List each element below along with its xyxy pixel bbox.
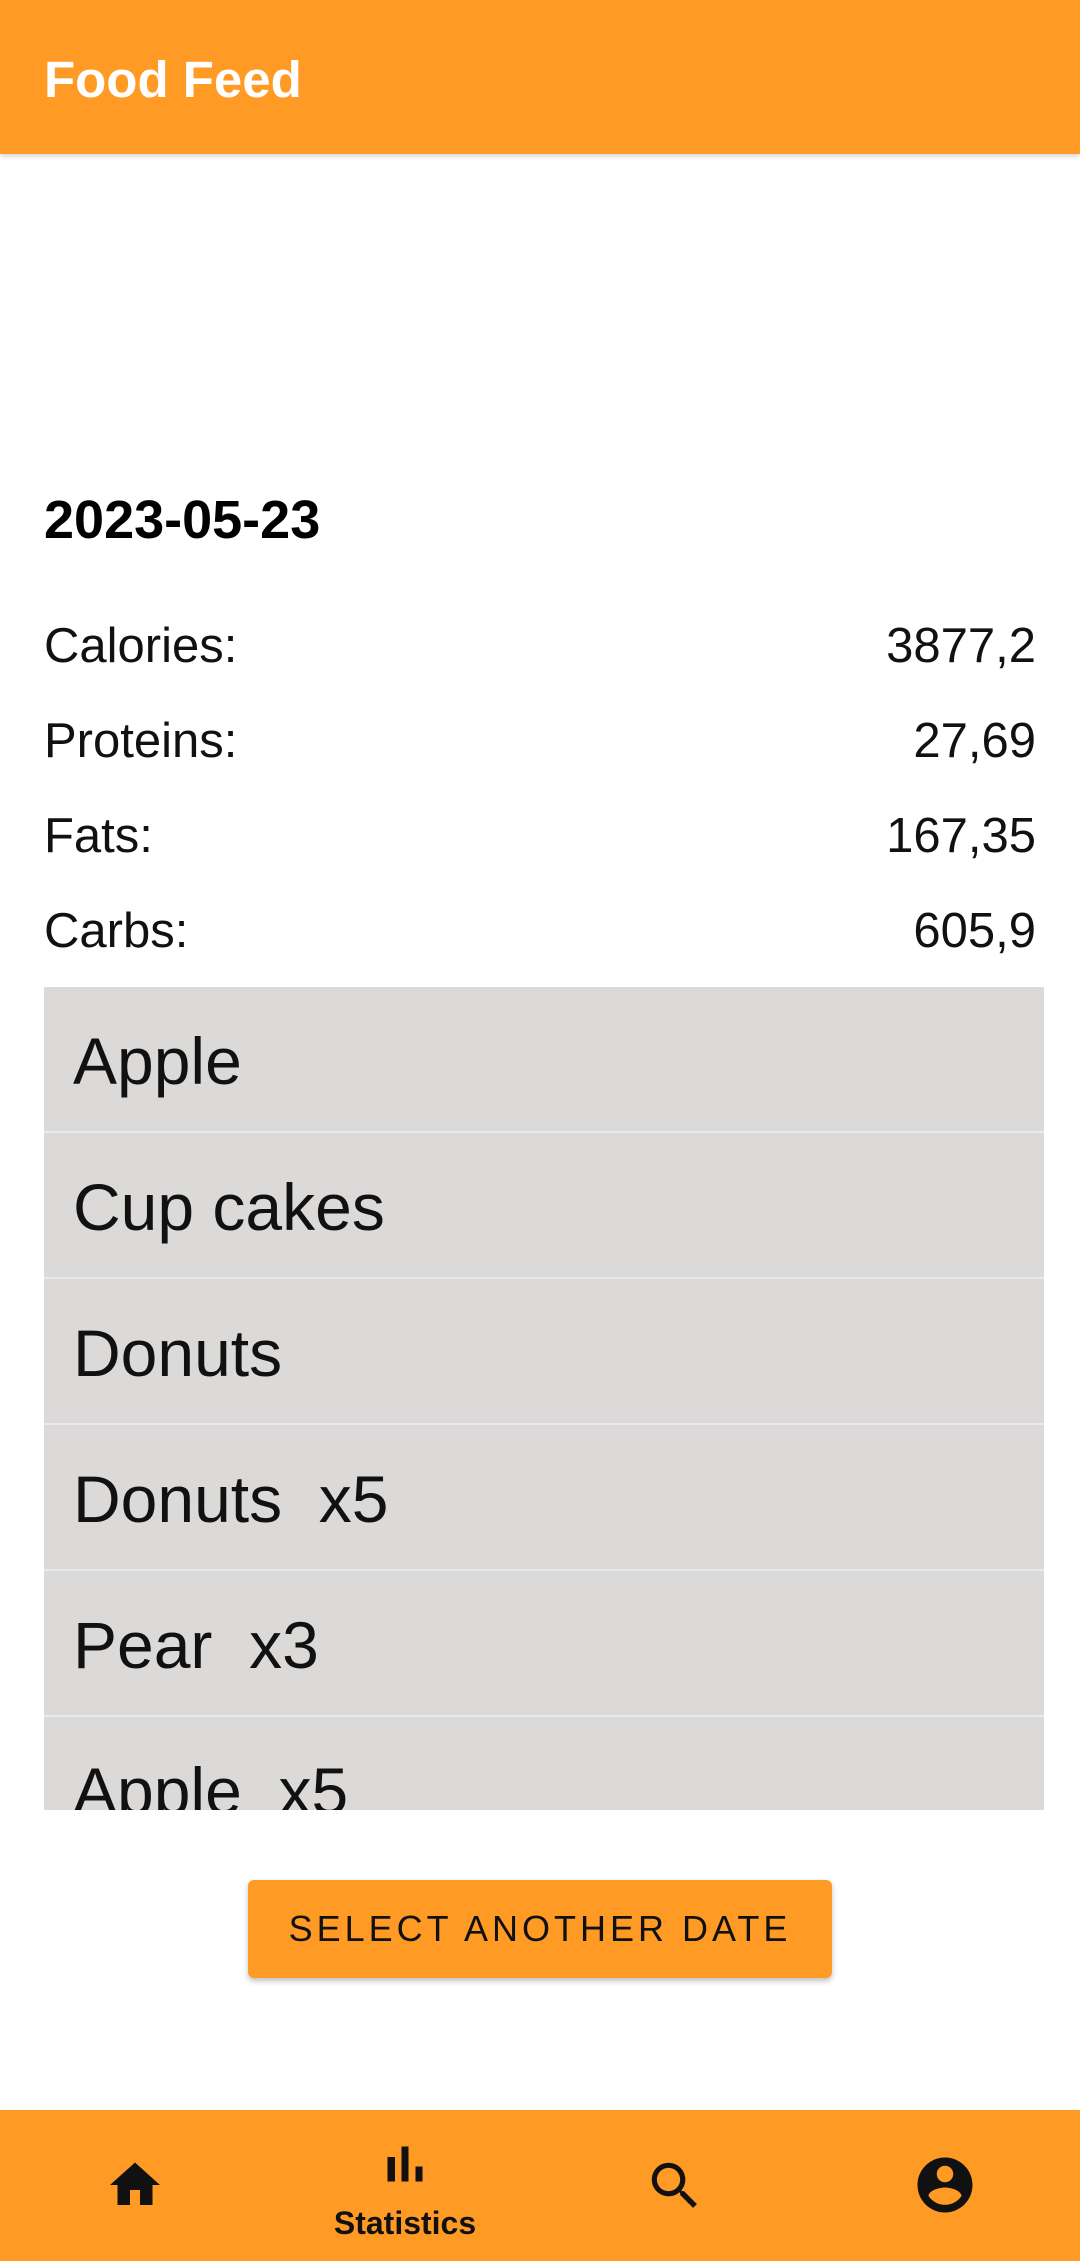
food-item-label: Cup cakes bbox=[73, 1170, 385, 1244]
stat-row-proteins: Proteins: 27,69 bbox=[44, 710, 1036, 772]
stat-row-fats: Fats: 167,35 bbox=[44, 805, 1036, 867]
food-list[interactable]: Apple Cup cakes Donuts Donuts x5 Pear x3… bbox=[44, 987, 1044, 1810]
list-item[interactable]: Donuts x5 bbox=[44, 1425, 1044, 1571]
list-item[interactable]: Pear x3 bbox=[44, 1571, 1044, 1717]
app-screen: Food Feed 2023-05-23 Calories: 3877,2 Pr… bbox=[0, 0, 1080, 2261]
nav-label-statistics: Statistics bbox=[333, 2205, 477, 2241]
list-item[interactable]: Apple bbox=[44, 987, 1044, 1133]
account-circle-icon bbox=[917, 2157, 973, 2213]
nav-item-home[interactable] bbox=[0, 2110, 270, 2261]
stat-label: Calories: bbox=[44, 619, 238, 673]
nav-item-profile[interactable] bbox=[810, 2110, 1080, 2261]
stat-label: Fats: bbox=[44, 809, 153, 863]
stat-value: 605,9 bbox=[913, 904, 1036, 958]
stat-row-carbs: Carbs: 605,9 bbox=[44, 900, 1036, 962]
stat-label: Carbs: bbox=[44, 904, 189, 958]
food-item-label: Donuts bbox=[73, 1316, 283, 1390]
food-item-label: Pear x3 bbox=[73, 1608, 319, 1682]
list-item[interactable]: Donuts bbox=[44, 1279, 1044, 1425]
stat-row-calories: Calories: 3877,2 bbox=[44, 615, 1036, 677]
stat-value: 3877,2 bbox=[886, 619, 1036, 673]
select-another-date-button[interactable]: SELECT ANOTHER DATE bbox=[248, 1880, 832, 1978]
app-title: Food Feed bbox=[44, 51, 302, 108]
food-item-label: Apple x5 bbox=[73, 1754, 349, 1810]
stat-label: Proteins: bbox=[44, 714, 238, 768]
stat-value: 167,35 bbox=[886, 809, 1036, 863]
home-icon bbox=[110, 2162, 160, 2205]
food-item-label: Donuts x5 bbox=[73, 1462, 389, 1536]
date-heading: 2023-05-23 bbox=[44, 490, 321, 550]
nav-item-statistics[interactable]: Statistics bbox=[270, 2110, 540, 2261]
bottom-navigation: Statistics bbox=[0, 2110, 1080, 2261]
nav-item-search[interactable] bbox=[540, 2110, 810, 2261]
bar-chart-icon bbox=[387, 2146, 423, 2182]
list-item[interactable]: Apple x5 bbox=[44, 1717, 1044, 1810]
food-item-label: Apple bbox=[73, 1024, 242, 1098]
search-icon bbox=[651, 2162, 697, 2208]
app-bar: Food Feed bbox=[0, 0, 1080, 154]
list-item[interactable]: Cup cakes bbox=[44, 1133, 1044, 1279]
stat-value: 27,69 bbox=[913, 714, 1036, 768]
